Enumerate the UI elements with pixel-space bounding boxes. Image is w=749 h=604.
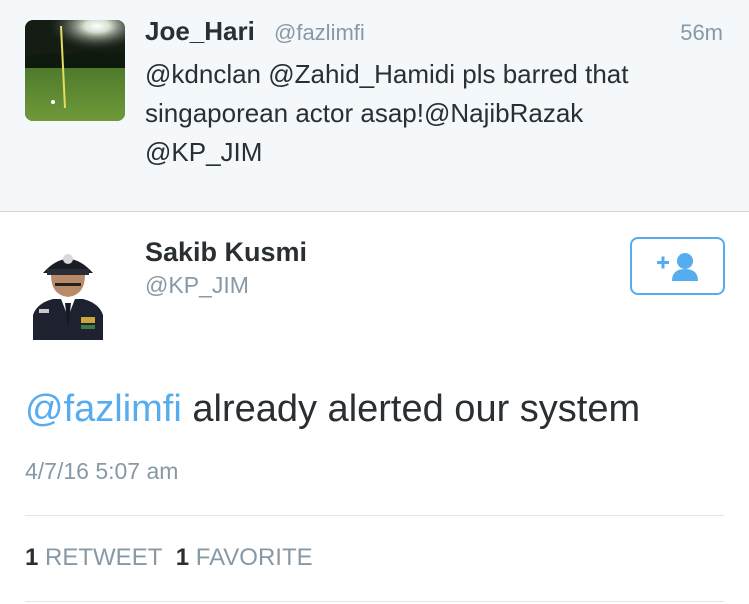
reply-author-name[interactable]: Joe_Hari: [145, 16, 255, 47]
main-author-name[interactable]: Sakib Kusmi: [145, 237, 307, 268]
favorite-label: FAVORITE: [195, 544, 313, 571]
retweet-count: 1: [25, 544, 39, 571]
reply-text-line: @KP_JIM: [145, 137, 263, 167]
reply-author-handle[interactable]: @fazlimfi: [274, 20, 365, 46]
add-user-icon: [656, 253, 698, 281]
retweet-stat[interactable]: 1 RETWEET: [25, 544, 162, 571]
reply-time: 56m: [680, 20, 723, 45]
reply-text-line: @kdnclan @Zahid_Hamidi pls barred that: [145, 59, 629, 89]
mention-link[interactable]: @fazlimfi: [25, 388, 182, 430]
tweet-timestamp[interactable]: 4/7/16 5:07 am: [25, 458, 178, 485]
reply-text: @kdnclan @Zahid_Hamidi pls barred that s…: [145, 55, 720, 172]
reply-text-line: singaporean actor asap!@NajibRazak: [145, 98, 584, 128]
divider: [25, 601, 724, 602]
main-avatar[interactable]: [25, 237, 111, 340]
reply-avatar[interactable]: [25, 20, 125, 121]
tweet-text-body: already alerted our system: [181, 388, 641, 430]
favorite-count: 1: [175, 544, 190, 571]
favorite-stat[interactable]: 1 FAVORITE: [176, 544, 313, 571]
tweet-stats: 1 RETWEET 1 FAVORITE: [25, 544, 313, 572]
divider: [25, 515, 724, 516]
main-author-handle[interactable]: @KP_JIM: [145, 272, 249, 299]
follow-button[interactable]: [630, 237, 725, 295]
tweet-text: @fazlimfi already alerted our system: [25, 388, 640, 431]
retweet-label: RETWEET: [45, 544, 163, 571]
reply-tweet[interactable]: Joe_Hari @fazlimfi 56m @kdnclan @Zahid_H…: [0, 0, 749, 212]
